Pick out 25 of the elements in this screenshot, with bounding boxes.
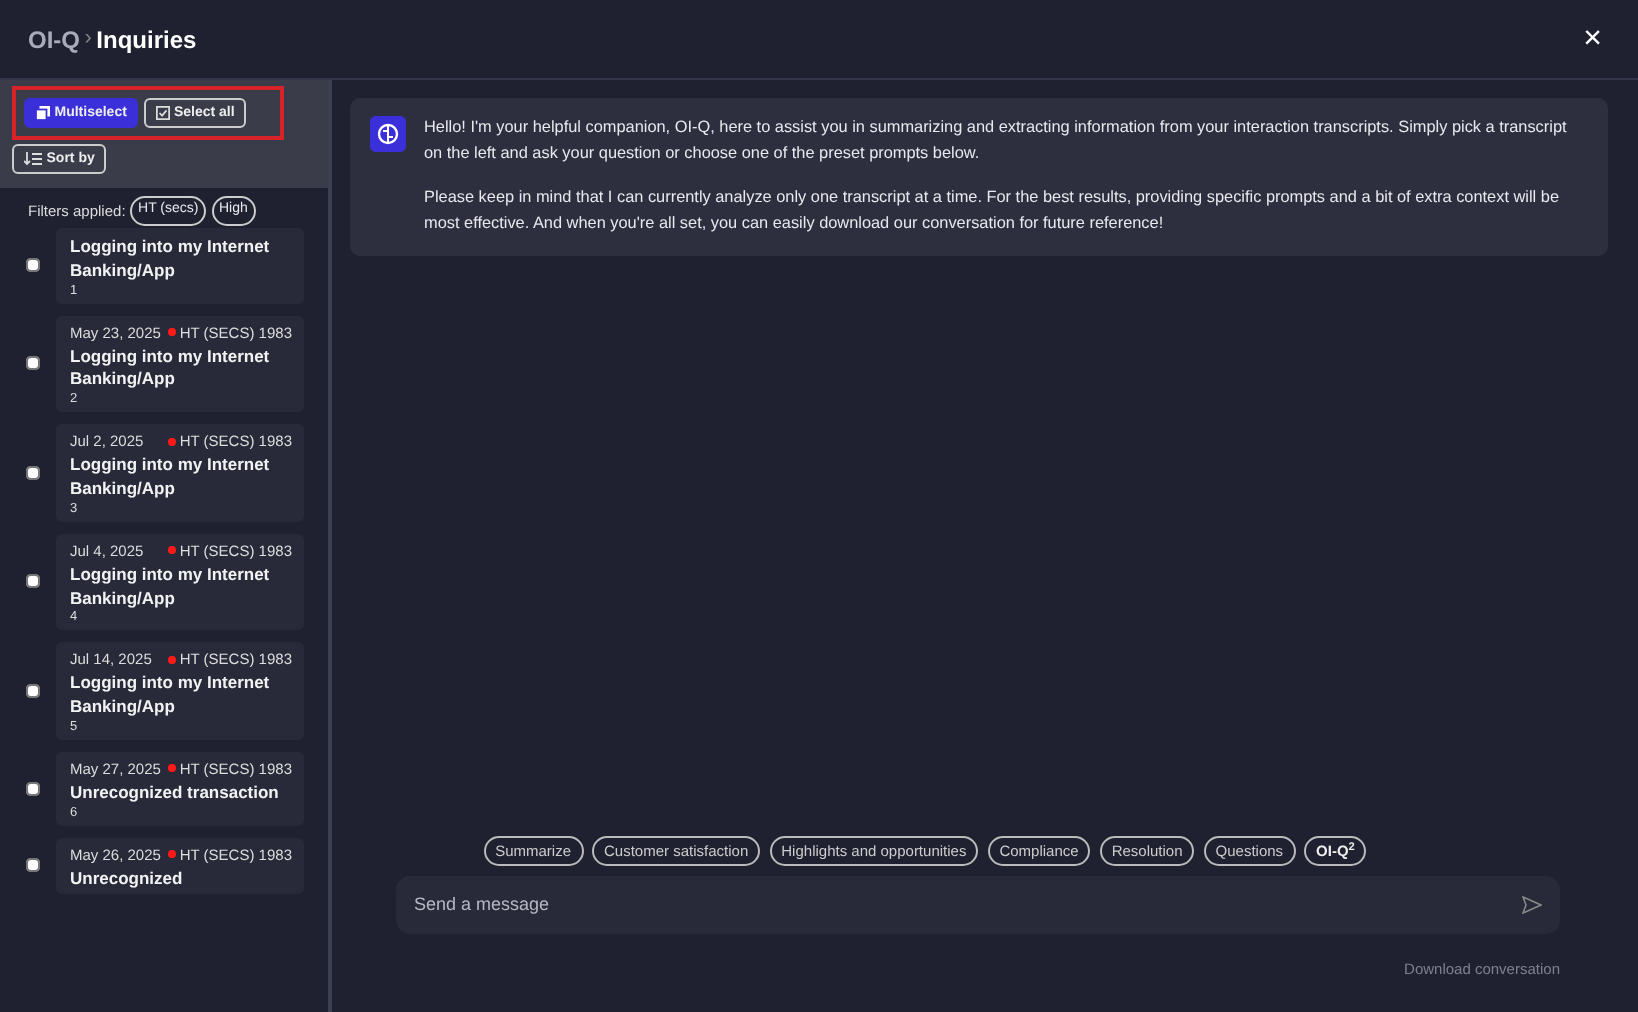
row-checkbox[interactable]	[26, 684, 40, 699]
row-checkbox[interactable]	[26, 356, 40, 371]
message-text: Please keep in mind that I can currently analyze only one transcript at a time. For the best results, providing specific prompts and a bit of extra context will be most effective. And when you're all set, you can easily download our conversation for future reference!	[424, 185, 1561, 236]
copy-icon	[36, 106, 50, 121]
sort-icon	[24, 152, 42, 167]
transcript-title: Logging into my Internet Banking/App	[70, 563, 272, 611]
row-checkbox[interactable]	[26, 258, 40, 273]
app-name: OI-Q	[28, 23, 80, 57]
row-checkbox[interactable]	[26, 465, 40, 480]
transcript-title: Logging into my Internet Banking/App	[70, 454, 272, 502]
page-title: Inquiries	[96, 23, 197, 57]
checkbox-icon	[155, 106, 170, 121]
message-text: Hello! I'm your helpful companion, OI-Q, here to assist you in summarizing and extracting information from your interaction transcripts. Simply pick a transcript on the left and ask your question or choose one of the preset prompts below.	[424, 116, 1569, 166]
row-checkbox[interactable]	[26, 781, 40, 796]
breadcrumb-separator: ›	[84, 24, 92, 55]
send-icon[interactable]	[1522, 895, 1542, 914]
row-checkbox[interactable]	[26, 858, 40, 873]
row-checkbox[interactable]	[26, 574, 40, 589]
transcript-title: Logging into my Internet Banking/App	[70, 672, 272, 721]
transcript-title: Unrecognized transaction	[70, 781, 281, 806]
message-input[interactable]: Send a message	[396, 875, 1560, 934]
close-button[interactable]: ×	[1575, 23, 1610, 55]
transcript-title: Logging into my Internet Banking/App	[70, 345, 272, 393]
transcript-title: Unrecognized	[70, 867, 185, 891]
transcript-title: Logging into my Internet Banking/App	[70, 235, 272, 284]
